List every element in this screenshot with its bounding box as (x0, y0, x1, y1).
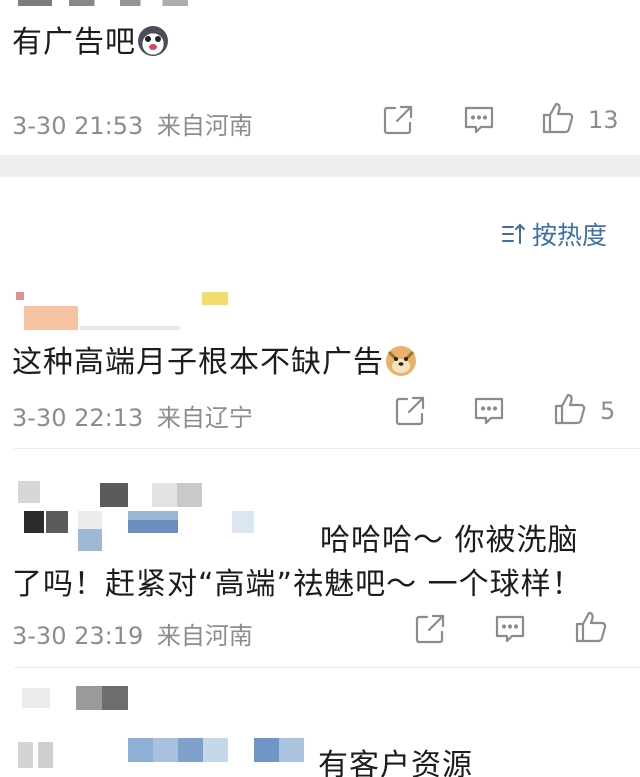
like-count: 5 (600, 397, 616, 425)
cropped-username (18, 0, 188, 6)
share-icon[interactable] (381, 103, 415, 137)
comment-2-meta: 3-30 22:13 来自辽宁 (12, 398, 253, 433)
username-blur-5 (232, 511, 254, 533)
comment-3-text-line2: 了吗！赶紧对“高端”祛魅吧～ 一个球样！ (12, 567, 583, 602)
comment-1: 有广告吧 3-30 21:53 来自河南 13 (0, 0, 640, 155)
comment-4-text: 有客户资源 (318, 748, 473, 777)
comment-3: 哈哈哈～ 你被洗脑 了吗！赶紧对“高端”祛魅吧～ 一个球样！ 3-30 23:1… (0, 449, 640, 667)
like-icon[interactable] (541, 101, 575, 135)
username-blur (24, 306, 78, 330)
share-icon[interactable] (393, 394, 427, 428)
share-icon[interactable] (413, 612, 447, 646)
like-icon[interactable] (553, 392, 587, 426)
location: 来自辽宁 (156, 404, 253, 432)
comment-1-meta: 3-30 21:53 来自河南 (12, 106, 253, 141)
username-blur-3 (128, 511, 178, 533)
sort-label: 按热度 (532, 221, 608, 250)
username-blur-2 (18, 742, 68, 768)
badge-blur (202, 292, 228, 305)
comment-4: 有客户资源 (0, 668, 640, 777)
comment-3-meta: 3-30 23:19 来自河南 (12, 616, 253, 651)
username-blur-4 (78, 511, 102, 551)
husky-emoji-icon (138, 26, 168, 56)
doge-emoji-icon (386, 346, 416, 376)
section-separator (0, 155, 640, 177)
username-blur (76, 686, 128, 710)
comment-1-text-row: 有广告吧 (12, 17, 168, 61)
username-blur (100, 483, 128, 507)
like-count: 13 (588, 106, 619, 134)
avatar (18, 481, 80, 537)
avatar (16, 292, 24, 300)
location: 来自河南 (156, 622, 253, 650)
comment-1-text: 有广告吧 (12, 25, 136, 60)
sort-toggle[interactable]: 按热度 (500, 216, 607, 252)
like-icon[interactable] (574, 610, 608, 644)
comment-2-text: 这种高端月子根本不缺广告 (12, 345, 384, 380)
username-blur-4 (254, 738, 304, 762)
username-blur-3 (128, 738, 228, 762)
comment-icon[interactable] (493, 612, 527, 646)
comment-2: 这种高端月子根本不缺广告 3-30 22:13 来自辽宁 5 (0, 280, 640, 446)
username-blur-2 (152, 483, 202, 507)
timestamp: 3-30 22:13 (12, 404, 144, 432)
comment-icon[interactable] (462, 103, 496, 137)
comment-3-text-line1: 哈哈哈～ 你被洗脑 (320, 523, 579, 558)
timestamp: 3-30 23:19 (12, 622, 144, 650)
location: 来自河南 (156, 112, 253, 140)
sort-icon (500, 220, 528, 248)
timestamp: 3-30 21:53 (12, 112, 144, 140)
comment-icon[interactable] (472, 394, 506, 428)
comment-2-text-row: 这种高端月子根本不缺广告 (12, 337, 416, 381)
username-blur-2 (80, 326, 180, 330)
avatar (22, 688, 50, 708)
